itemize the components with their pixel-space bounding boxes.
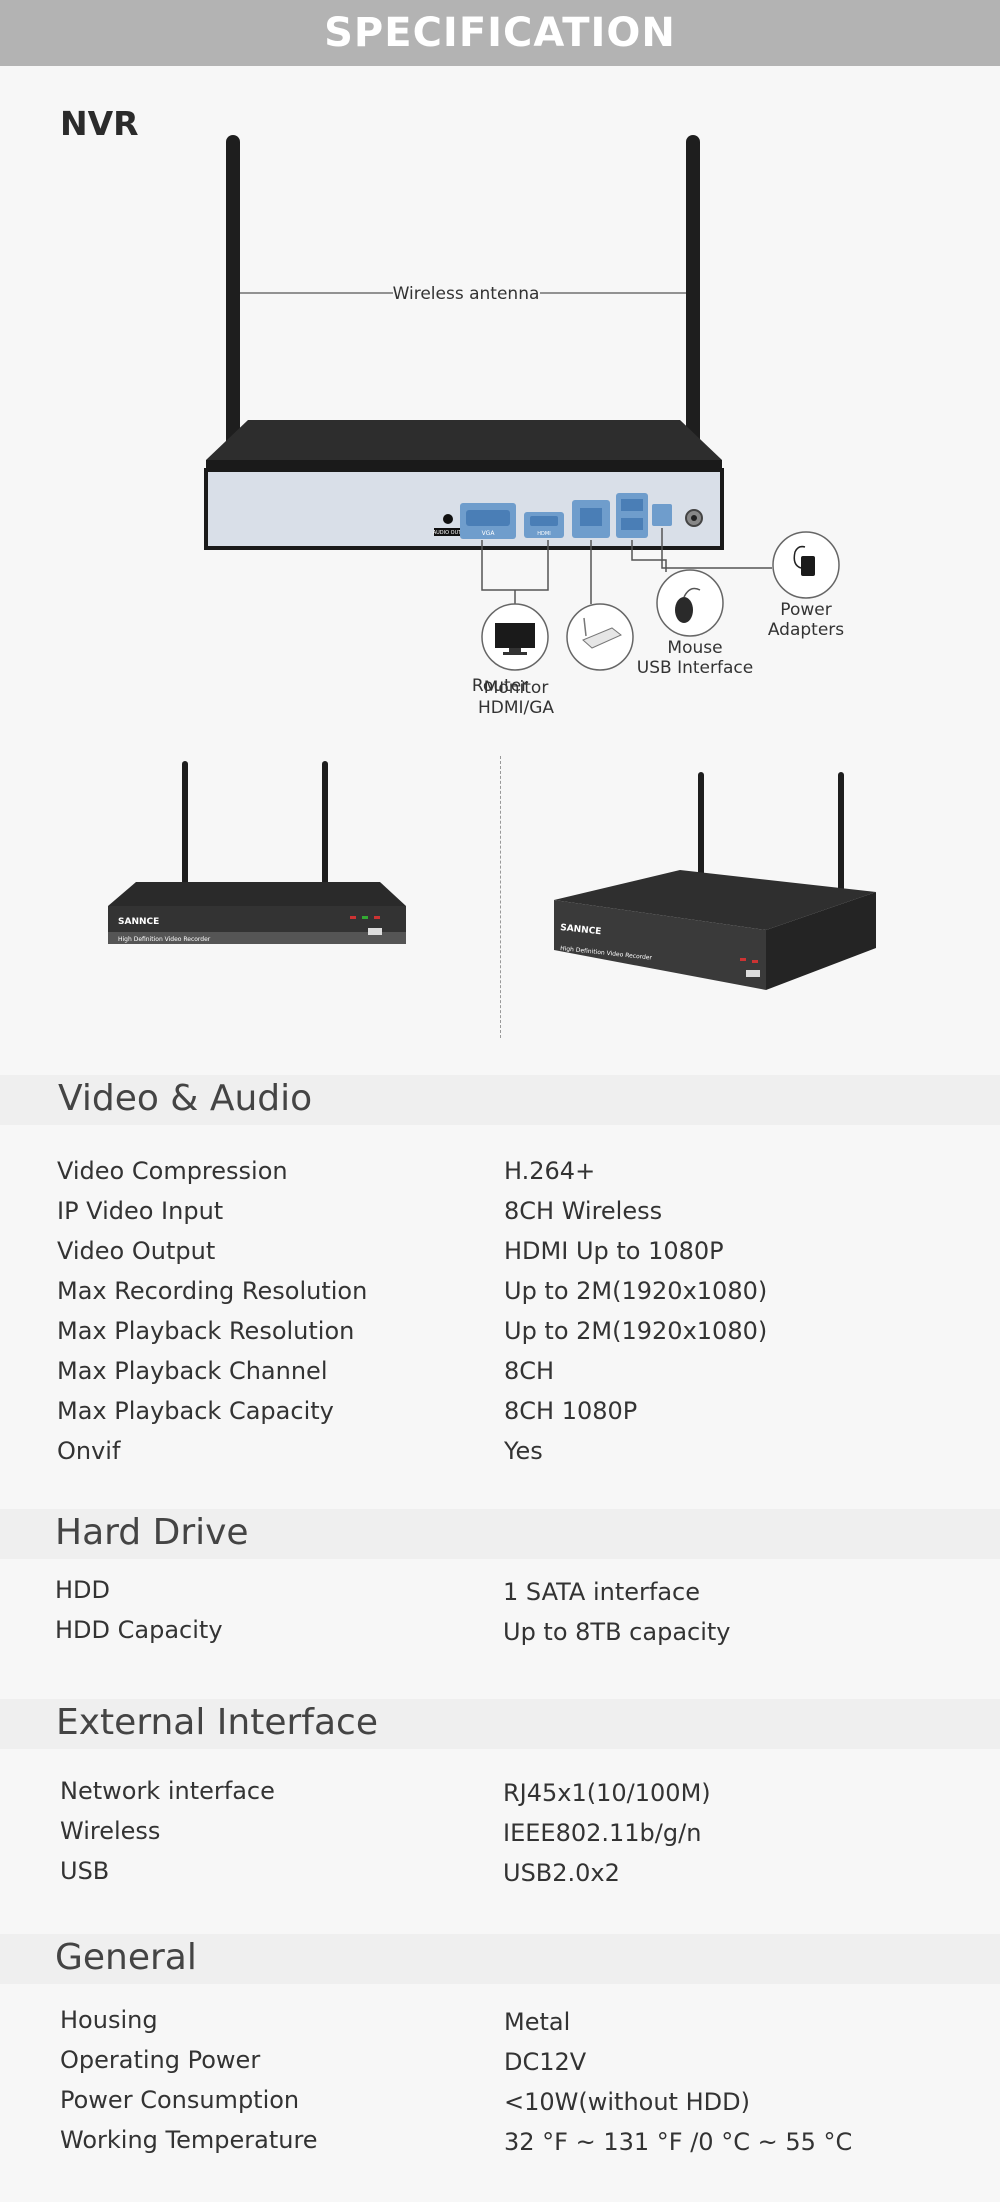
dc-switch [652, 504, 672, 526]
svg-text:AUDIO OUT: AUDIO OUT [433, 530, 463, 536]
spec-label: Video Compression [57, 1157, 288, 1185]
monitor-icon [481, 603, 549, 671]
spec-value: Yes [504, 1437, 543, 1465]
spec-value: H.264+ [504, 1157, 596, 1185]
device-top [206, 420, 722, 460]
spec-label: Max Playback Resolution [57, 1317, 355, 1345]
mouse-icon [656, 569, 724, 637]
monitor-label-1: Monitor [484, 678, 549, 698]
mouse-label-2: USB Interface [637, 658, 753, 678]
spec-label: Network interface [60, 1777, 275, 1805]
spec-label: Max Playback Channel [57, 1357, 328, 1385]
spec-value: Metal [504, 2008, 571, 2036]
spec-label: Operating Power [60, 2046, 261, 2074]
svg-text:HDMI: HDMI [537, 531, 550, 537]
power-label-2: Adapters [768, 620, 844, 640]
antenna-callout: Wireless antenna [393, 284, 540, 304]
spec-label: Max Recording Resolution [57, 1277, 368, 1305]
spec-value: DC12V [504, 2048, 587, 2076]
spec-value: HDMI Up to 1080P [504, 1237, 724, 1265]
section-title-general: General [55, 1937, 197, 1978]
mouse-label-1: Mouse [667, 638, 722, 658]
spec-value: 8CH 1080P [504, 1397, 638, 1425]
spec-label: Max Playback Capacity [57, 1397, 334, 1425]
audio-out-port [443, 514, 453, 524]
spec-label: Housing [60, 2006, 158, 2034]
spec-label: HDD [55, 1576, 111, 1604]
spec-value: 8CH Wireless [504, 1197, 663, 1225]
spec-value: USB2.0x2 [503, 1859, 620, 1887]
spec-value: 32 °F ~ 131 °F /0 °C ~ 55 °C [504, 2128, 853, 2156]
spec-label: USB [60, 1857, 110, 1885]
spec-label: HDD Capacity [55, 1616, 223, 1644]
section-title-external-interface: External Interface [56, 1702, 378, 1743]
svg-text:High Definition Video Recorder: High Definition Video Recorder [118, 936, 211, 943]
spec-label: IP Video Input [57, 1197, 224, 1225]
spec-banner: SPECIFICATION [0, 0, 1000, 66]
spec-value: <10W(without HDD) [504, 2088, 750, 2116]
spec-label: Onvif [57, 1437, 121, 1465]
router-icon [566, 603, 634, 671]
spec-value: RJ45x1(10/100M) [503, 1779, 711, 1807]
spec-value: 8CH [504, 1357, 555, 1385]
spec-value: IEEE802.11b/g/n [503, 1819, 702, 1847]
monitor-label-2: HDMI/GA [478, 698, 554, 718]
photo-divider [500, 756, 501, 1038]
svg-text:SANNCE: SANNCE [118, 917, 159, 927]
power-label-1: Power [780, 600, 831, 620]
banner-title: SPECIFICATION [324, 10, 676, 56]
spec-label: Power Consumption [60, 2086, 300, 2114]
nvr-front-photo: SANNCE High Definition Video Recorder [108, 761, 406, 944]
spec-value: Up to 8TB capacity [503, 1618, 731, 1646]
svg-text:VGA: VGA [482, 530, 496, 537]
nvr-rear-diagram: Wireless antenna AUDIO OUT VGA HDMI Powe… [204, 135, 844, 718]
spec-label: Working Temperature [60, 2126, 318, 2154]
spec-label: Video Output [57, 1237, 216, 1265]
spec-value: Up to 2M(1920x1080) [504, 1277, 768, 1305]
spec-value: Up to 2M(1920x1080) [504, 1317, 768, 1345]
spec-value: 1 SATA interface [503, 1578, 701, 1606]
spec-label: Wireless [60, 1817, 161, 1845]
power-adapter-icon [772, 531, 840, 599]
section-title-video-audio: Video & Audio [58, 1078, 313, 1119]
section-title-hard-drive: Hard Drive [55, 1512, 249, 1553]
nvr-angle-photo: SANNCE High Definition Video Recorder [554, 772, 876, 990]
